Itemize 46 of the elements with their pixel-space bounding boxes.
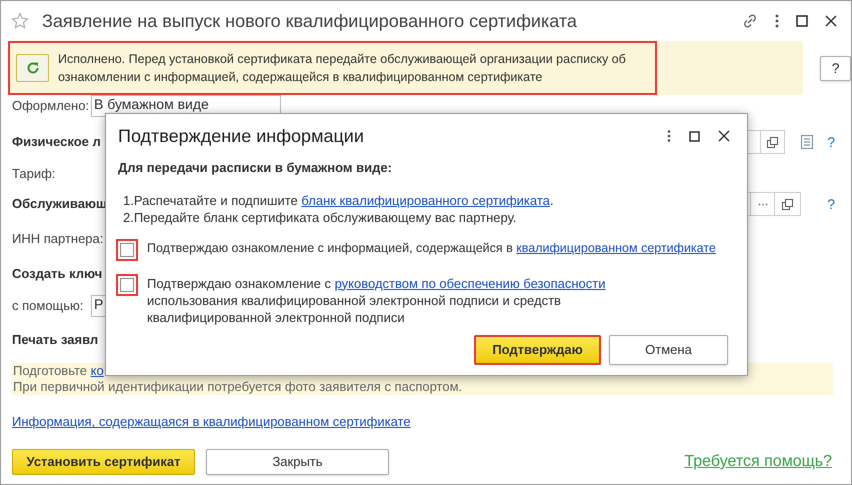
checkbox-label[interactable]: Подтверждаю ознакомление с информацией, содержащейся в квалифицированном сертификате [147, 240, 716, 256]
notice-link[interactable]: ко [90, 363, 104, 378]
document-link[interactable]: квалифицированном сертификате [516, 240, 716, 254]
close-icon[interactable] [718, 130, 730, 142]
link-icon[interactable] [742, 13, 758, 29]
dialog-subtitle: Для передачи расписки в бумажном виде: [117, 159, 393, 177]
maximize-icon[interactable] [796, 15, 808, 27]
dialog-button[interactable]: Подтверждаю [474, 335, 601, 365]
maximize-icon[interactable] [689, 130, 700, 142]
refresh-button[interactable] [16, 54, 49, 82]
more-icon[interactable] [667, 130, 671, 142]
document-link[interactable]: бланк квалифицированного сертификата [301, 192, 550, 208]
copy-icon[interactable] [766, 136, 780, 148]
field-label: Тариф: [12, 165, 56, 184]
dialog-button[interactable]: Отмена [609, 335, 728, 365]
help-button[interactable]: ? [820, 56, 851, 80]
dialog-title: Подтверждение информации [118, 124, 364, 148]
refresh-icon [26, 61, 40, 75]
document-icon[interactable] [801, 135, 814, 149]
field-label: ИНН партнера: [12, 230, 104, 248]
notice-text: При первичной идентификации потребуется фото заявителя с паспортом. [13, 379, 464, 395]
section-heading: Физическое л [12, 133, 101, 152]
more-icon[interactable] [775, 14, 779, 28]
checkbox-label[interactable]: Подтверждаю ознакомление с руководством по обеспечению безопасности использования квалифицированной электронной подписи и средств квалифицированной электронной подписи [147, 274, 617, 326]
document-link[interactable]: руководством по обеспечению безопасности [334, 276, 606, 290]
checkbox[interactable] [120, 278, 134, 292]
close-icon[interactable] [825, 15, 837, 27]
field-label: с помощью: [12, 297, 84, 316]
action-button[interactable]: Установить сертификат [12, 449, 195, 475]
help-link[interactable]: ? [827, 196, 835, 212]
star-icon[interactable] [11, 12, 29, 30]
banner-text: Исполнено. Перед установкой сертификата передайте обслуживающей организации расписку об ознакомлении с информацией, содержащейся в квалифицированном сертификате [58, 51, 627, 86]
help-link[interactable]: ? [827, 134, 835, 150]
notice-text: Подготовьте [13, 363, 88, 378]
section-heading: Обслуживающ [12, 195, 108, 214]
copy-icon[interactable] [781, 198, 794, 210]
checkbox[interactable] [120, 242, 134, 256]
field-label: Оформлено: [12, 97, 90, 116]
section-heading: Печать заявл [12, 331, 98, 350]
ellipsis-icon [758, 202, 768, 206]
instruction-text: 2.Передайте бланк сертификата обслуживающему вас партнеру. [123, 208, 518, 226]
action-button[interactable]: Закрыть [206, 449, 389, 475]
instruction-text: 1.Распечатайте и подпишите бланк квалифицированного сертификата. [123, 192, 555, 208]
window-title: Заявление на выпуск нового квалифицированного сертификата [42, 10, 577, 33]
info-link[interactable]: Информация, содержащаяся в квалифицированном сертификате [12, 412, 411, 432]
section-heading: Создать ключ [12, 265, 102, 284]
